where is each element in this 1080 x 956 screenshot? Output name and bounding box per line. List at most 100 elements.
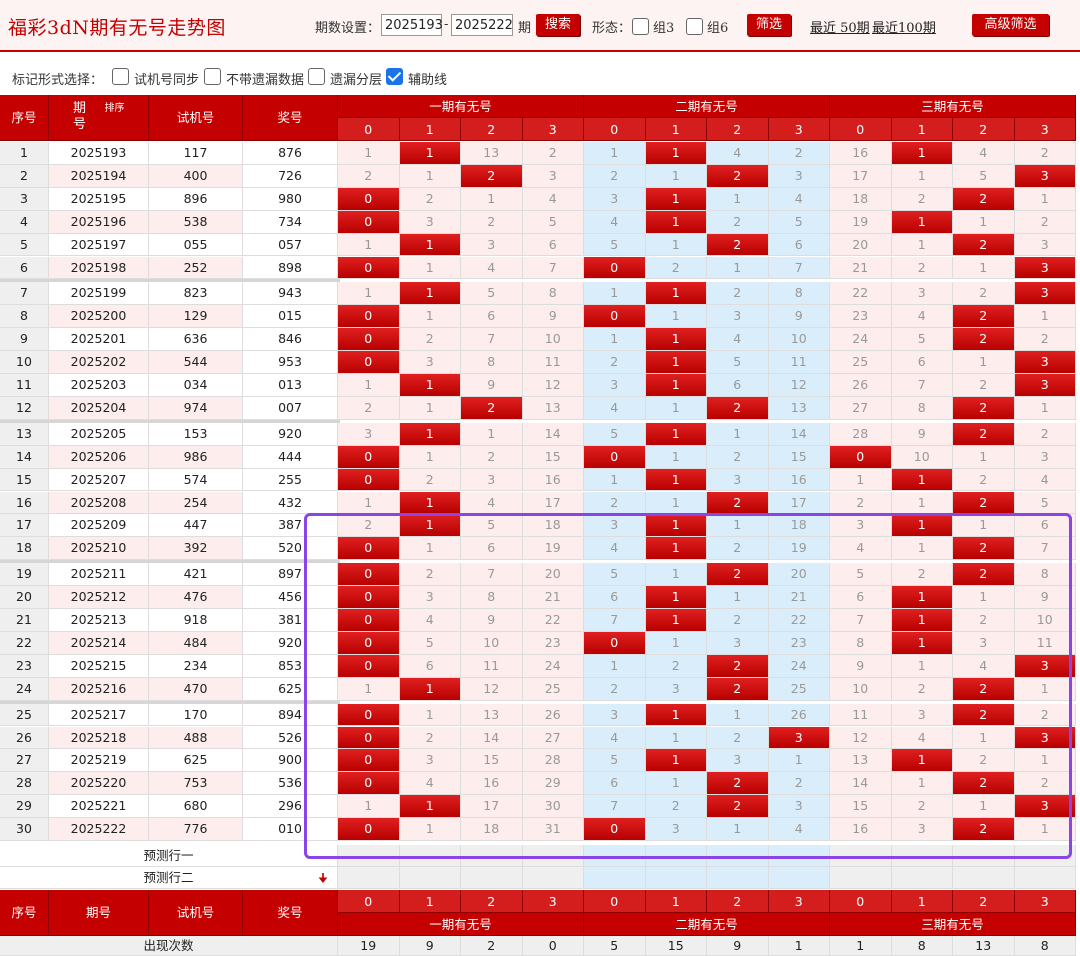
row-trial: 484	[149, 631, 243, 655]
row-prize: 894	[243, 703, 338, 727]
row-prize: 057	[243, 233, 338, 257]
hit-cell: 2	[953, 233, 1015, 257]
period-start-input[interactable]: 2025193	[381, 14, 443, 36]
footer-digit: 3	[768, 890, 830, 913]
period-end-input[interactable]: 2025222	[451, 14, 513, 36]
hit-cell: 0	[338, 654, 400, 678]
predict-cell[interactable]	[338, 867, 400, 889]
row-period: 2025209	[49, 514, 149, 538]
miss-cell: 14	[461, 726, 523, 750]
predict-cell[interactable]	[522, 845, 584, 867]
miss-cell: 5	[830, 563, 892, 587]
miss-cell: 4	[399, 609, 461, 632]
header-trial: 试机号	[149, 95, 243, 141]
predict-cell[interactable]	[584, 845, 646, 867]
miss-cell: 17	[768, 491, 830, 515]
miss-cell: 16	[768, 468, 830, 492]
predict-cell[interactable]	[830, 867, 892, 889]
predict-cell[interactable]	[338, 845, 400, 867]
row-prize: 444	[243, 445, 338, 469]
predict-cell[interactable]	[953, 845, 1015, 867]
miss-cell: 1	[338, 142, 400, 165]
miss-cell: 1	[830, 468, 892, 492]
predict-cell[interactable]	[645, 845, 707, 867]
predict-cell[interactable]	[830, 845, 892, 867]
predict-cell[interactable]	[891, 867, 953, 889]
miss-cell: 18	[768, 514, 830, 538]
row-prize: 625	[243, 677, 338, 701]
recent-100-link[interactable]: 最近100期	[872, 17, 936, 36]
miss-cell: 4	[707, 142, 769, 165]
predict-cell[interactable]	[399, 867, 461, 889]
footer-digit: 1	[645, 890, 707, 913]
group6-checkbox[interactable]	[686, 18, 703, 35]
miss-cell: 1	[953, 795, 1015, 819]
row-trial: 488	[149, 726, 243, 750]
miss-cell: 4	[830, 537, 892, 561]
predict-cell[interactable]	[768, 845, 830, 867]
missing-layer-checkbox[interactable]	[308, 68, 325, 85]
miss-cell: 3	[399, 749, 461, 773]
miss-cell: 3	[584, 374, 646, 397]
filter-button[interactable]: 筛选	[747, 14, 791, 36]
sort-toggle[interactable]: 排序	[105, 101, 125, 117]
predict-cell[interactable]	[707, 867, 769, 889]
miss-cell: 3	[891, 818, 953, 841]
predict-cell[interactable]	[522, 867, 584, 889]
miss-cell: 6	[830, 586, 892, 609]
footer-digit: 3	[522, 890, 584, 913]
miss-cell: 23	[768, 631, 830, 655]
recent-50-link[interactable]: 最近 50期	[810, 17, 870, 36]
predict-cell[interactable]	[1014, 867, 1076, 889]
row-trial: 974	[149, 396, 243, 420]
miss-cell: 5	[461, 282, 523, 306]
miss-cell: 1	[953, 210, 1015, 234]
row-prize: 536	[243, 772, 338, 796]
group3-checkbox[interactable]	[632, 18, 649, 35]
no-missing-data-checkbox[interactable]	[204, 68, 221, 85]
advanced-filter-button[interactable]: 高级筛选	[972, 14, 1049, 36]
row-period: 2025218	[49, 726, 149, 750]
hit-cell: 1	[645, 328, 707, 352]
search-button[interactable]: 搜索	[536, 14, 580, 36]
trial-sync-checkbox[interactable]	[112, 68, 129, 85]
row-prize: 381	[243, 609, 338, 632]
hit-cell: 3	[1014, 164, 1076, 188]
header-period: 期号 排序	[49, 95, 149, 141]
miss-cell: 23	[522, 631, 584, 655]
header-digit: 3	[1014, 118, 1076, 141]
guide-line-checkbox[interactable]	[386, 68, 403, 85]
predict-cell[interactable]	[399, 845, 461, 867]
page-title: 福彩3dN期有无号走势图	[8, 17, 226, 39]
predict-cell[interactable]	[707, 845, 769, 867]
miss-cell: 2	[338, 514, 400, 538]
predict-cell[interactable]	[461, 867, 523, 889]
miss-cell: 2	[461, 210, 523, 234]
predict-cell[interactable]	[584, 867, 646, 889]
miss-cell: 2	[953, 282, 1015, 306]
predict-cell[interactable]	[645, 867, 707, 889]
miss-cell: 6	[461, 305, 523, 329]
miss-cell: 6	[461, 537, 523, 561]
predict-arrow-icon[interactable]: 🠋	[318, 869, 328, 890]
row-prize: 876	[243, 142, 338, 165]
miss-cell: 2	[953, 609, 1015, 632]
predict-cell[interactable]	[768, 867, 830, 889]
count-cell: 13	[953, 936, 1015, 956]
row-seq: 17	[0, 514, 49, 538]
hit-cell: 3	[1014, 256, 1076, 280]
predict-cell[interactable]	[891, 845, 953, 867]
hit-cell: 0	[338, 445, 400, 469]
miss-cell: 1	[953, 514, 1015, 538]
miss-cell: 4	[891, 726, 953, 750]
row-period: 2025210	[49, 537, 149, 561]
footer-digit: 2	[953, 890, 1015, 913]
predict-cell[interactable]	[953, 867, 1015, 889]
hit-cell: 0	[338, 256, 400, 280]
predict-cell[interactable]	[1014, 845, 1076, 867]
hit-cell: 1	[645, 187, 707, 211]
predict-cell[interactable]	[461, 845, 523, 867]
miss-cell: 11	[461, 654, 523, 678]
miss-cell: 1	[584, 328, 646, 352]
miss-cell: 4	[768, 187, 830, 211]
